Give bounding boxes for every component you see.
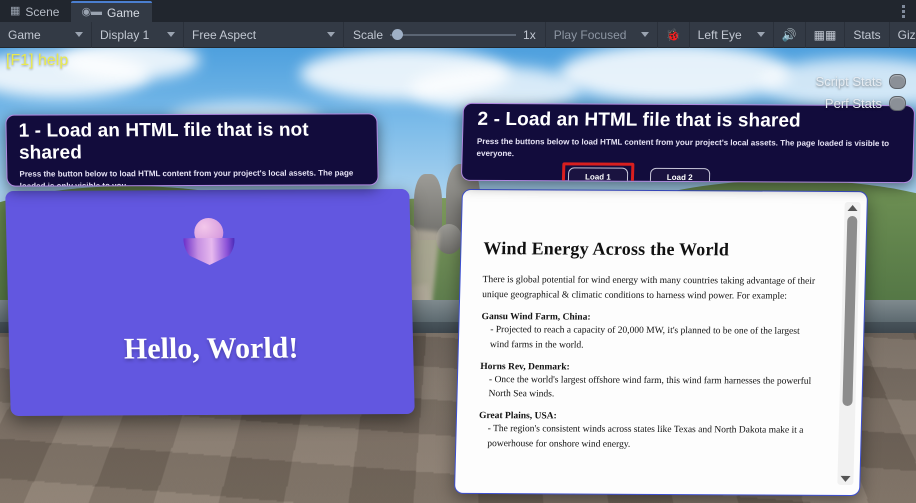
display-dropdown[interactable]: Display 1 (92, 21, 184, 48)
scale-value: 1x (523, 27, 536, 42)
panel-2-button-row: Load 1 Load 2 (462, 162, 913, 184)
logo-crescent (183, 238, 235, 265)
aspect-ratio-dropdown[interactable]: Free Aspect (184, 21, 344, 48)
stats-button[interactable]: Stats (845, 21, 890, 48)
entry-name: Gansu Wind Farm, China: (481, 312, 591, 324)
stats-label: Stats (853, 27, 881, 42)
eye-dropdown[interactable]: Left Eye (690, 21, 774, 48)
document-scrollbar[interactable] (837, 201, 861, 485)
tab-scene-label: Scene (25, 4, 60, 19)
web-surface-local[interactable]: Hello, World! (5, 188, 415, 417)
tab-scene[interactable]: ▦ Scene (0, 1, 72, 22)
scroll-up-arrow-icon[interactable] (847, 205, 858, 212)
vr-info-panel-2[interactable]: 2 - Load an HTML file that is shared Pre… (460, 102, 916, 184)
gizmos-dropdown[interactable]: Gizmos (890, 22, 916, 48)
entry-name: Great Plains, USA: (478, 411, 557, 422)
editor-tabbar: ▦ Scene ◉▬ Game (0, 0, 916, 22)
vr-info-panel-1[interactable]: 1 - Load an HTML file that is not shared… (5, 113, 379, 187)
panel-1-body: Press the button below to load HTML cont… (19, 168, 354, 187)
help-hint-text: [F1] help (6, 52, 69, 69)
panel-2-title: 2 - Load an HTML file that is shared (477, 108, 802, 132)
toggle-switch-icon[interactable] (889, 74, 906, 89)
list-item: Great Plains, USA: - The region's consis… (478, 411, 815, 452)
grid-icon: ▦ (10, 5, 21, 17)
scroll-down-arrow-icon[interactable] (840, 475, 851, 482)
scale-label: Scale (353, 27, 384, 42)
scrollbar-thumb[interactable] (842, 216, 858, 406)
entry-description: - Once the world's largest offshore wind… (488, 375, 812, 400)
audio-icon[interactable]: 🔊 (774, 21, 806, 48)
panel-1-title: 1 - Load an HTML file that is not shared (18, 119, 309, 164)
toggle-switch-icon[interactable] (889, 96, 906, 111)
entry-name: Horns Rev, Denmark: (480, 361, 570, 373)
web-surface-shared[interactable]: Wind Energy Across the World There is gl… (453, 188, 869, 497)
chevron-down-icon (327, 32, 335, 37)
eye-label: Left Eye (697, 27, 742, 42)
chevron-down-icon (756, 32, 765, 37)
chevron-down-icon (640, 32, 649, 37)
view-mode-label: Game (8, 27, 41, 42)
bug-icon[interactable]: 🐞 (658, 21, 690, 48)
load-2-button[interactable]: Load 2 (649, 167, 710, 184)
load-1-button[interactable]: Load 1 (567, 167, 629, 184)
gamepad-icon: ◉▬ (81, 6, 103, 18)
slider-track (390, 33, 517, 36)
gizmos-label: Gizmos (897, 27, 916, 42)
list-item: Horns Rev, Denmark: - Once the world's l… (479, 362, 816, 403)
vr-scene-render: [F1] help Script Stats Perf Stats 1 - Lo… (0, 48, 916, 503)
perf-stats-label: Perf Stats (824, 96, 882, 111)
selection-highlight-box: Load 1 (561, 162, 635, 184)
vircadia-logo-icon (180, 217, 237, 270)
chevron-down-icon (75, 32, 83, 37)
slider-knob[interactable] (392, 29, 404, 40)
script-stats-row[interactable]: Script Stats (816, 74, 906, 89)
script-stats-label: Script Stats (815, 74, 882, 89)
aspect-label: Free Aspect (192, 27, 257, 42)
more-options-icon[interactable] (896, 3, 910, 19)
tab-game-label: Game (107, 5, 140, 20)
unity-game-view: ▦ Scene ◉▬ Game Game Display 1 Free Aspe… (0, 0, 916, 503)
play-mode-label: Play Focused (553, 27, 627, 42)
play-mode-dropdown[interactable]: Play Focused (546, 21, 658, 48)
list-item: Gansu Wind Farm, China: - Projected to r… (481, 313, 818, 354)
display-label: Display 1 (100, 27, 150, 42)
tab-game[interactable]: ◉▬ Game (71, 1, 152, 22)
game-view-toolbar: Game Display 1 Free Aspect Scale 1x Play… (0, 21, 916, 48)
entry-description: - Projected to reach a capacity of 20,00… (489, 325, 800, 351)
document-content: Wind Energy Across the World There is gl… (478, 238, 820, 453)
scale-slider[interactable] (390, 29, 517, 41)
panel-2-body: Press the buttons below to load HTML con… (476, 136, 890, 158)
document-title: Wind Energy Across the World (483, 238, 730, 260)
entry-description: - The region's consistent winds across s… (487, 424, 804, 450)
view-mode-dropdown[interactable]: Game (0, 21, 92, 48)
chevron-down-icon (167, 32, 175, 37)
keyboard-icon[interactable]: ▦▦ (806, 21, 846, 48)
rock-formation (436, 224, 462, 254)
perf-stats-row[interactable]: Perf Stats (825, 96, 906, 111)
scale-control[interactable]: Scale 1x (344, 21, 546, 48)
hello-world-heading: Hello, World! (123, 331, 299, 366)
document-intro: There is global potential for wind energ… (482, 275, 816, 302)
